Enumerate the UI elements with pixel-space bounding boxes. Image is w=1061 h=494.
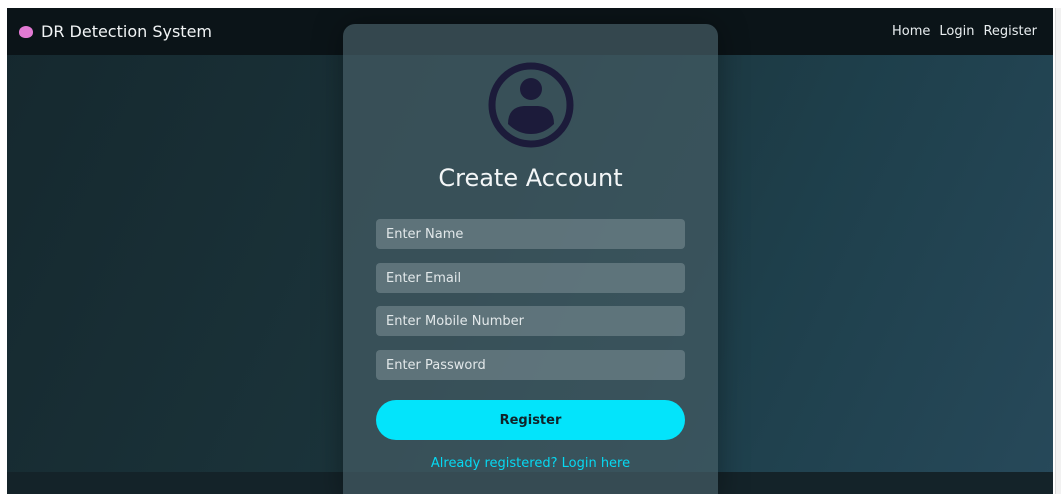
nav-links: Home Login Register (892, 24, 1037, 39)
brain-icon (19, 25, 33, 38)
register-card: Create Account Register Already register… (343, 24, 718, 494)
register-button[interactable]: Register (376, 400, 685, 440)
nav-link-home[interactable]: Home (892, 24, 930, 39)
scrollbar[interactable] (1055, 8, 1061, 494)
form-title: Create Account (438, 164, 623, 192)
name-field[interactable] (376, 219, 685, 249)
email-field[interactable] (376, 263, 685, 293)
user-circle-icon (488, 62, 574, 148)
login-link[interactable]: Already registered? Login here (343, 456, 718, 471)
brand-name: DR Detection System (41, 22, 212, 41)
mobile-field[interactable] (376, 306, 685, 336)
nav-link-login[interactable]: Login (939, 24, 974, 39)
page-background: DR Detection System Home Login Register … (7, 8, 1053, 494)
brand[interactable]: DR Detection System (19, 22, 212, 41)
nav-link-register[interactable]: Register (983, 24, 1037, 39)
password-field[interactable] (376, 350, 685, 380)
